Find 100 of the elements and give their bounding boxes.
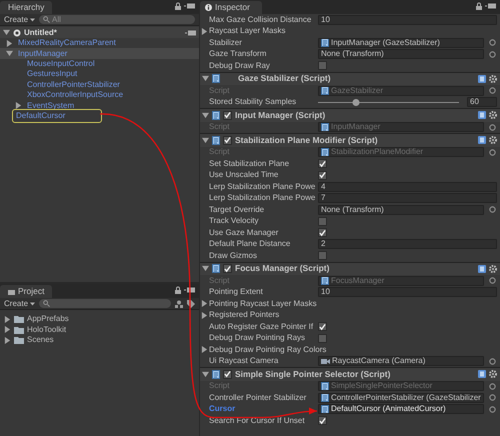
gear-icon[interactable] <box>489 136 497 144</box>
hierarchy-tab[interactable]: Hierarchy <box>0 1 52 14</box>
property-label: Lerp Stabilization Plane Powe <box>208 180 316 193</box>
enable-checkbox[interactable] <box>223 110 232 120</box>
toggle-checkbox[interactable] <box>318 322 327 332</box>
help-book-icon[interactable] <box>478 74 486 83</box>
lock-icon[interactable] <box>476 2 482 10</box>
project-folder[interactable]: HoloToolkit <box>0 324 199 335</box>
enable-checkbox[interactable] <box>223 264 232 274</box>
expand-arrow-icon[interactable] <box>201 312 208 319</box>
expand-arrow-icon[interactable] <box>202 112 209 119</box>
toggle-checkbox[interactable] <box>318 228 327 238</box>
inspector-tab[interactable]: Inspector <box>200 1 262 14</box>
hierarchy-item[interactable]: InputManager <box>0 48 199 59</box>
foldout-label[interactable]: Debug Draw Pointing Ray Colors <box>209 344 326 356</box>
object-picker-icon[interactable] <box>489 206 496 214</box>
component-header[interactable]: Gaze Stabilizer (Script) <box>200 72 500 85</box>
number-field[interactable]: 60 <box>467 97 497 108</box>
slider-thumb[interactable] <box>352 98 360 106</box>
toggle-checkbox[interactable] <box>318 170 327 180</box>
expand-arrow-icon[interactable] <box>201 346 208 354</box>
foldout-label[interactable]: Raycast Layer Masks <box>209 25 286 38</box>
component-header[interactable]: Simple Single Pointer Selector (Script) <box>200 368 500 380</box>
component-header[interactable]: Focus Manager (Script) <box>200 262 500 275</box>
expand-arrow-icon[interactable] <box>3 29 10 36</box>
object-field[interactable]: InputManager (GazeStabilizer) <box>318 38 484 48</box>
expand-arrow-icon[interactable] <box>6 40 13 47</box>
panel-menu-icon[interactable] <box>184 287 195 293</box>
number-field[interactable]: 2 <box>318 239 497 250</box>
filter-type-icon[interactable] <box>175 300 183 308</box>
object-field[interactable]: DefaultCursor (AnimatedCursor) <box>318 404 484 414</box>
gear-icon[interactable] <box>489 74 497 83</box>
gear-icon[interactable] <box>489 111 497 120</box>
property-label: Auto Register Gaze Pointer If <box>208 320 314 333</box>
expand-arrow-icon[interactable] <box>202 265 209 272</box>
number-field[interactable]: 4 <box>318 182 497 192</box>
enable-checkbox[interactable] <box>223 370 232 379</box>
hierarchy-item[interactable]: ControllerPointerStabilizer <box>0 80 199 90</box>
hierarchy-item[interactable]: GesturesInput <box>0 69 199 80</box>
object-reference: RaycastCamera (Camera) <box>332 357 426 366</box>
create-dropdown[interactable]: Create <box>4 298 36 310</box>
panel-menu-icon[interactable] <box>184 3 195 9</box>
number-field[interactable]: 10 <box>318 14 497 25</box>
help-book-icon[interactable] <box>478 370 486 378</box>
toggle-checkbox[interactable] <box>318 61 327 70</box>
create-dropdown[interactable]: Create <box>4 14 36 26</box>
object-field[interactable]: None (Transform) <box>318 49 484 60</box>
gear-icon[interactable] <box>489 370 497 378</box>
panel-menu-icon[interactable] <box>485 3 496 9</box>
toggle-checkbox[interactable] <box>318 159 327 168</box>
hierarchy-item[interactable]: MouseInputControl <box>0 58 199 70</box>
lock-icon[interactable] <box>175 286 181 294</box>
expand-arrow-icon[interactable] <box>202 370 209 378</box>
object-picker-icon[interactable] <box>489 358 496 365</box>
help-book-icon[interactable] <box>478 111 486 120</box>
number-field[interactable]: 7 <box>318 193 497 204</box>
panel-menu-icon[interactable] <box>185 30 196 36</box>
project-tab[interactable]: Project <box>0 285 52 298</box>
hierarchy-item[interactable]: DefaultCursor <box>0 110 199 122</box>
project-folder[interactable]: AppPrefabs <box>0 314 199 324</box>
component-header[interactable]: Stabilization Plane Modifier (Script) <box>200 134 500 146</box>
property-label: Stabilizer <box>208 36 243 49</box>
toggle-checkbox[interactable] <box>318 416 327 426</box>
expand-arrow-icon[interactable] <box>4 316 11 323</box>
number-field[interactable]: 10 <box>318 287 497 298</box>
foldout-label[interactable]: Registered Pointers <box>209 309 280 322</box>
object-reference: FocusManager <box>331 276 384 285</box>
expand-arrow-icon[interactable] <box>201 28 208 35</box>
toggle-checkbox[interactable] <box>318 334 327 343</box>
hierarchy-item[interactable]: EventSystem <box>0 100 199 111</box>
hierarchy-item[interactable]: XboxControllerInputSource <box>0 90 199 100</box>
gear-icon[interactable] <box>489 264 497 273</box>
toggle-checkbox[interactable] <box>318 251 327 260</box>
search-field[interactable] <box>39 299 171 308</box>
object-reference: DefaultCursor (AnimatedCursor) <box>331 405 446 414</box>
enable-checkbox[interactable] <box>223 136 232 145</box>
object-field[interactable]: None (Transform) <box>318 204 484 215</box>
property-label: Debug Draw Pointing Rays <box>208 332 306 344</box>
expand-arrow-icon[interactable] <box>4 336 11 344</box>
object-field[interactable]: RaycastCamera (Camera) <box>318 356 484 366</box>
expand-arrow-icon[interactable] <box>6 50 13 58</box>
component-header[interactable]: Input Manager (Script) <box>200 109 500 122</box>
project-folder[interactable]: Scenes <box>0 335 199 346</box>
expand-arrow-icon[interactable] <box>15 102 22 110</box>
expand-arrow-icon[interactable] <box>201 300 208 308</box>
expand-arrow-icon[interactable] <box>4 326 11 334</box>
expand-arrow-icon[interactable] <box>202 75 209 82</box>
help-book-icon[interactable] <box>478 136 486 144</box>
hierarchy-item[interactable]: MixedRealityCameraParent <box>0 38 199 48</box>
help-book-icon[interactable] <box>478 264 486 273</box>
search-icon <box>43 16 50 23</box>
search-icon <box>43 300 50 307</box>
foldout-label[interactable]: Pointing Raycast Layer Masks <box>209 298 317 310</box>
folder-name: Scenes <box>27 334 54 346</box>
slider[interactable] <box>318 98 459 106</box>
folder-name: AppPrefabs <box>27 313 69 326</box>
toggle-checkbox[interactable] <box>318 216 327 226</box>
lock-icon[interactable] <box>175 2 181 10</box>
object-field[interactable]: ControllerPointerStabilizer (GazeStabilizer <box>318 392 484 403</box>
expand-arrow-icon[interactable] <box>202 136 209 144</box>
